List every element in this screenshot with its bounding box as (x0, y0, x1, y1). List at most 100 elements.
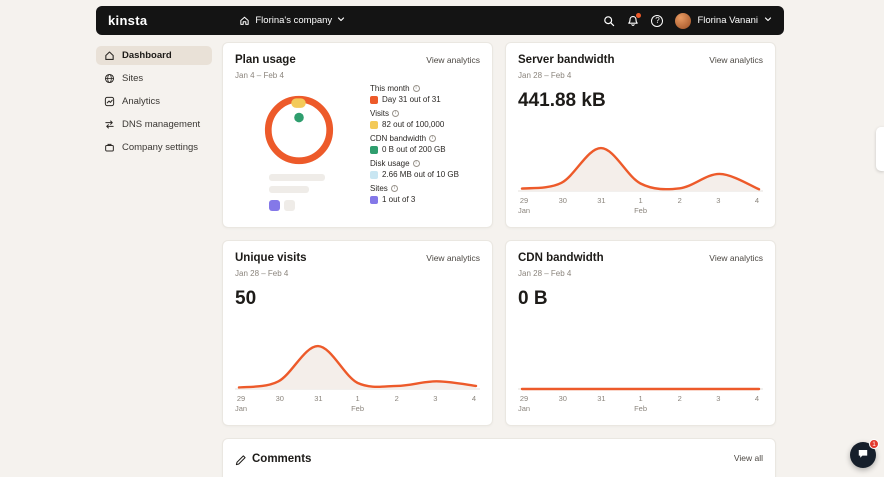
date-range: Jan 28 – Feb 4 (518, 269, 572, 278)
notifications-icon[interactable] (627, 12, 642, 27)
mykinsta-dashboard: kinsta Florina's company ? Florina Vanan… (0, 0, 884, 477)
x-tick: 29 Jan (518, 393, 531, 413)
legend-swatch (370, 170, 378, 179)
chat-badge: 1 (869, 439, 879, 449)
view-analytics-link[interactable]: View analytics (709, 253, 763, 263)
card-title: CDN bandwidth (518, 252, 604, 264)
x-tick: 31 (597, 393, 606, 403)
plan-usage-legend: This month i Day 31 out of 31 Visits i 82 … (370, 84, 480, 216)
x-tick: 30 (558, 195, 567, 205)
sidebar-item-label: Dashboard (122, 50, 172, 61)
legend-swatch (370, 95, 378, 104)
avatar (675, 12, 692, 29)
x-tick: 3 (716, 195, 721, 205)
view-all-link[interactable]: View all (734, 453, 763, 463)
x-tick: 1 Feb (634, 393, 647, 413)
metric-value: 0 B (518, 288, 548, 309)
x-tick: 31 (597, 195, 606, 205)
legend-item: Disk usage i 2.66 MB out of 10 GB (370, 159, 459, 179)
top-nav: kinsta Florina's company ? Florina Vanan… (96, 6, 784, 35)
x-tick: 29 Jan (518, 195, 531, 215)
chevron-down-icon (764, 15, 772, 26)
sites-icon (104, 73, 115, 84)
x-axis-ticks: 29 Jan 30 31 1 Feb 2 3 4 (518, 394, 763, 414)
info-icon[interactable]: i (429, 135, 437, 142)
x-tick: 30 (558, 393, 567, 403)
sidebar-item-label: DNS management (122, 119, 201, 130)
x-tick: 2 (394, 393, 399, 403)
dashboard-icon (104, 50, 115, 61)
view-analytics-link[interactable]: View analytics (426, 253, 480, 263)
cdn-bandwidth-card: CDN bandwidth View analytics Jan 28 – Fe… (505, 240, 776, 426)
company-switcher[interactable]: Florina's company (239, 15, 345, 26)
sidebar-item-dashboard[interactable]: Dashboard (96, 46, 212, 65)
card-title: Server bandwidth (518, 54, 615, 66)
user-name: Florina Vanani (697, 15, 758, 26)
legend-swatch (370, 195, 378, 204)
kinsta-logo[interactable]: kinsta (108, 13, 147, 28)
view-analytics-link[interactable]: View analytics (709, 55, 763, 65)
x-tick: 4 (754, 195, 760, 205)
comments-icon (235, 453, 246, 471)
x-axis-ticks: 29 Jan 30 31 1 Feb 2 3 4 (235, 394, 480, 414)
info-icon[interactable]: i (390, 185, 398, 192)
legend-item: This month i Day 31 out of 31 (370, 84, 441, 104)
sidebar-item-dns-management[interactable]: DNS management (96, 115, 212, 134)
x-tick: 30 (275, 393, 284, 403)
x-tick: 4 (471, 393, 477, 403)
metric-value: 441.88 kB (518, 90, 606, 111)
server-bandwidth-card: Server bandwidth View analytics Jan 28 –… (505, 42, 776, 228)
sites-pip-used (269, 200, 280, 211)
disk-usage-bar (269, 174, 325, 181)
x-tick: 2 (677, 195, 682, 205)
chevron-down-icon (337, 15, 345, 26)
info-icon[interactable]: i (412, 160, 420, 167)
unique-visits-chart: 29 Jan 30 31 1 Feb 2 3 4 (235, 329, 480, 414)
sidebar: Dashboard Sites Analytics DNS management… (96, 46, 212, 157)
view-analytics-link[interactable]: View analytics (426, 55, 480, 65)
legend-item: Visits i 82 out of 100,000 (370, 109, 445, 129)
x-tick: 3 (433, 393, 438, 403)
cdn-bandwidth-chart: 29 Jan 30 31 1 Feb 2 3 4 (518, 329, 763, 414)
dashboard-grid: Plan usage View analytics Jan 4 – Feb 4 (222, 42, 776, 477)
search-icon[interactable] (603, 15, 615, 27)
x-axis-ticks: 29 Jan 30 31 1 Feb 2 3 4 (518, 196, 763, 216)
info-icon[interactable]: i (412, 85, 420, 92)
sidebar-item-label: Analytics (122, 96, 161, 107)
page-scrollbar[interactable] (876, 127, 884, 171)
sidebar-item-sites[interactable]: Sites (96, 69, 212, 88)
home-icon (239, 15, 250, 26)
user-menu[interactable]: Florina Vanani (675, 12, 772, 29)
analytics-icon (104, 96, 115, 107)
card-title: Plan usage (235, 54, 296, 66)
sidebar-item-company-settings[interactable]: Company settings (96, 138, 212, 157)
plan-usage-donut (235, 82, 370, 216)
topbar-actions: ? Florina Vanani (603, 12, 772, 29)
company-settings-icon (104, 142, 115, 153)
sidebar-item-analytics[interactable]: Analytics (96, 92, 212, 111)
x-tick: 2 (677, 393, 682, 403)
server-bandwidth-chart: 29 Jan 30 31 1 Feb 2 3 4 (518, 131, 763, 216)
date-range: Jan 4 – Feb 4 (235, 71, 284, 80)
chat-icon (857, 448, 869, 463)
help-icon[interactable]: ? (651, 14, 664, 27)
info-icon[interactable]: i (391, 110, 399, 117)
x-tick: 29 Jan (235, 393, 248, 413)
comments-card: Comments View all (222, 438, 776, 477)
date-range: Jan 28 – Feb 4 (518, 71, 572, 80)
x-tick: 3 (716, 393, 721, 403)
chat-launcher[interactable]: 1 (850, 439, 879, 468)
legend-item: Sites i 1 out of 3 (370, 184, 416, 204)
card-title: Comments (252, 453, 312, 465)
date-range: Jan 28 – Feb 4 (235, 269, 289, 278)
disk-usage-bar (269, 186, 309, 193)
sites-pip-free (284, 200, 295, 211)
card-title: Unique visits (235, 252, 307, 264)
sidebar-item-label: Company settings (122, 142, 199, 153)
notification-dot (636, 12, 642, 18)
x-tick: 1 Feb (351, 393, 364, 413)
dns-icon (104, 119, 115, 130)
legend-item: CDN bandwidth i 0 B out of 200 GB (370, 134, 446, 154)
sidebar-item-label: Sites (122, 73, 144, 84)
plan-usage-card: Plan usage View analytics Jan 4 – Feb 4 (222, 42, 493, 228)
